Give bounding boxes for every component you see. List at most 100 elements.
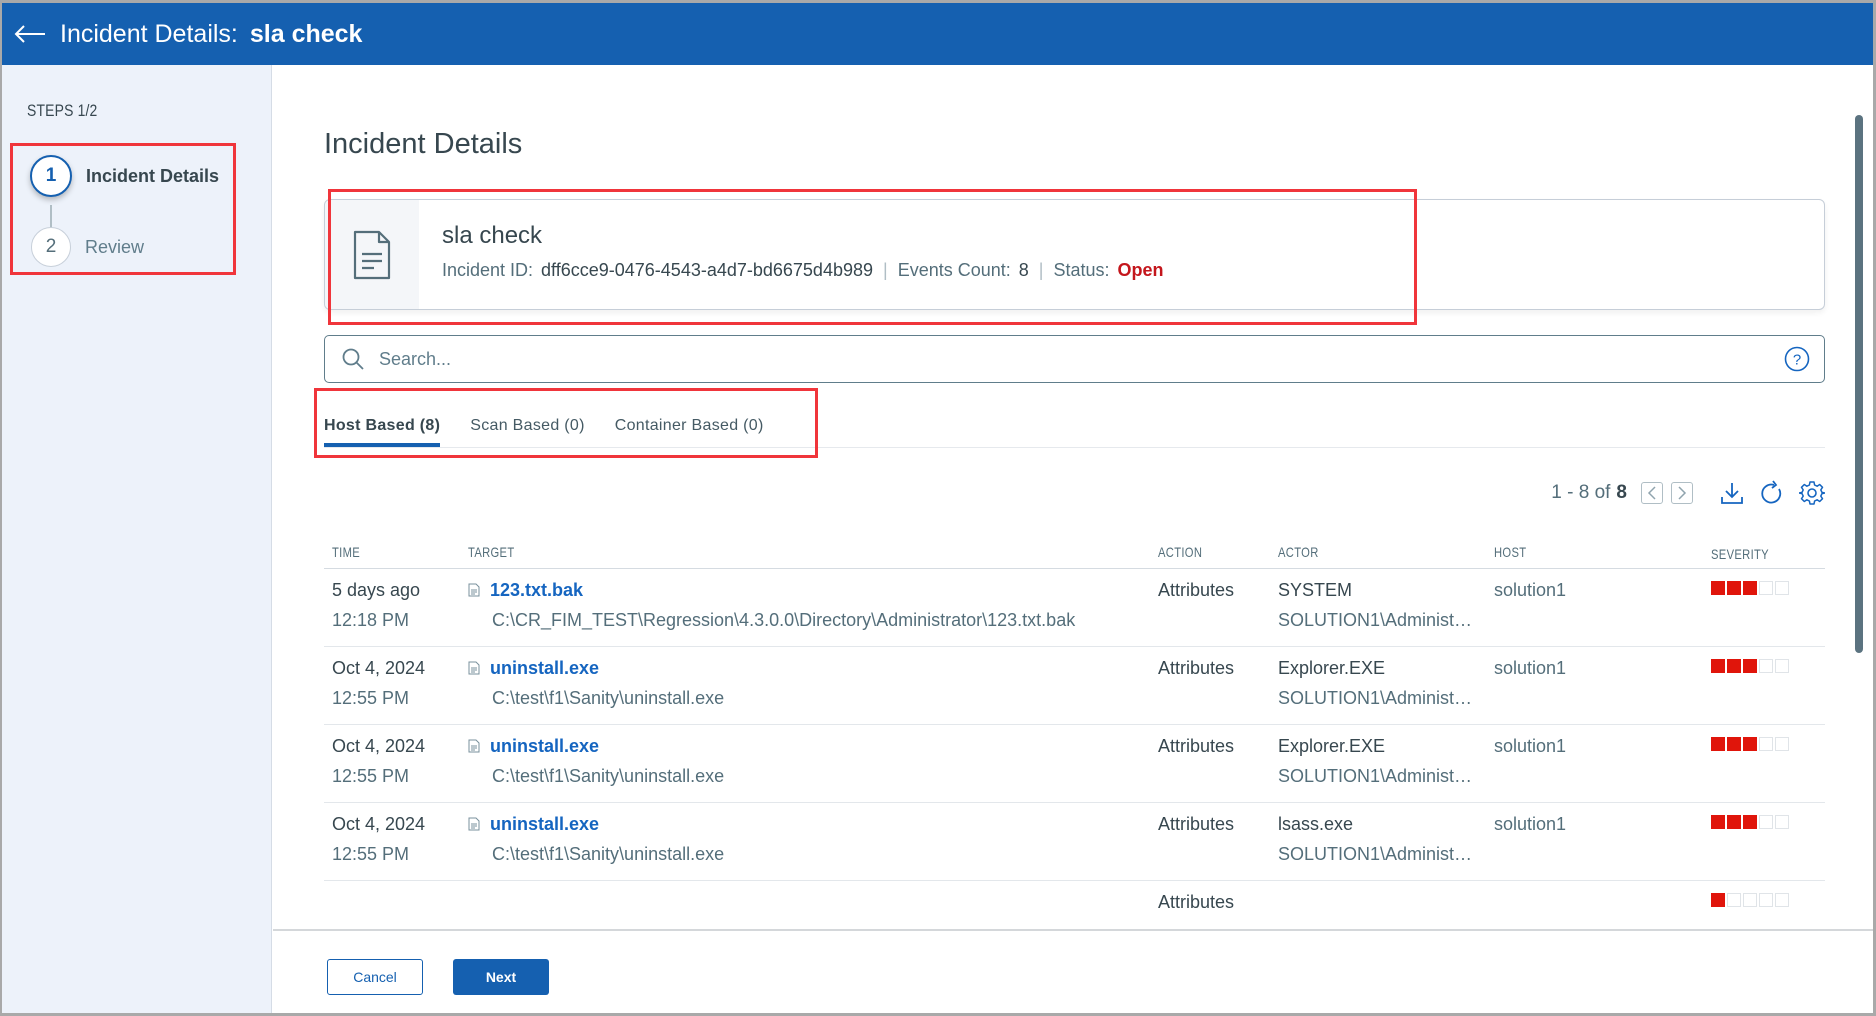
severity-segment: [1775, 815, 1789, 829]
event-date: 5 days ago: [332, 580, 421, 600]
severity-segment: [1711, 893, 1725, 907]
next-page-button[interactable]: [1671, 482, 1693, 504]
severity-meter: [1711, 815, 1825, 829]
events-table: TIME TARGET ACTION ACTOR HOST SEVERITY 5…: [324, 535, 1825, 956]
next-button[interactable]: Next: [453, 959, 549, 995]
document-icon: [353, 230, 391, 279]
main-content: Incident Details sla check Incident ID: …: [273, 65, 1873, 929]
tab-scan-based[interactable]: Scan Based (0): [470, 417, 584, 447]
header-bar: Incident Details: sla check: [2, 3, 1873, 65]
severity-segment: [1711, 581, 1725, 595]
column-header-time[interactable]: TIME: [332, 544, 360, 560]
status-badge: Open: [1117, 260, 1164, 280]
step-number: 2: [31, 227, 71, 267]
actor-user: SOLUTION1\Administrator: [1278, 688, 1474, 708]
event-time: 12:55 PM: [332, 688, 410, 708]
vertical-scrollbar[interactable]: [1855, 115, 1863, 653]
actor-process: Explorer.EXE: [1278, 658, 1386, 678]
target-file-link[interactable]: uninstall.exe: [490, 736, 599, 756]
severity-segment: [1743, 893, 1757, 907]
steps-counter: STEPS 1/2: [27, 101, 98, 120]
prev-page-button[interactable]: [1641, 482, 1663, 504]
severity-segment: [1759, 581, 1773, 595]
severity-segment: [1759, 893, 1773, 907]
target-path: C:\CR_FIM_TEST\Regression\4.3.0.0\Direct…: [492, 610, 1076, 630]
app-window: Incident Details: sla check STEPS 1/2 1 …: [2, 3, 1873, 1013]
status-label: Status:: [1053, 260, 1110, 280]
severity-segment: [1775, 581, 1789, 595]
event-host: solution1: [1494, 658, 1567, 678]
chevron-right-icon: [1678, 486, 1687, 500]
tab-host-based[interactable]: Host Based (8): [324, 417, 441, 447]
incident-summary-card: sla check Incident ID: dff6cce9-0476-454…: [324, 199, 1825, 310]
severity-segment: [1727, 581, 1741, 595]
header-title-name: sla check: [249, 19, 363, 48]
target-file-link[interactable]: 123.txt.bak: [490, 580, 583, 600]
step-review[interactable]: 2 Review: [31, 227, 144, 267]
tab-container-based[interactable]: Container Based (0): [615, 417, 764, 447]
severity-segment: [1743, 737, 1757, 751]
incident-id-label: Incident ID:: [442, 260, 534, 280]
help-icon[interactable]: ?: [1784, 346, 1810, 372]
target-file-link[interactable]: uninstall.exe: [490, 658, 599, 678]
download-icon[interactable]: [1719, 480, 1745, 506]
actor-process: [1278, 889, 1494, 919]
column-header-host[interactable]: HOST: [1494, 544, 1526, 560]
event-action: Attributes: [1158, 658, 1235, 678]
table-row[interactable]: Oct 4, 2024 12:55 PM uninstall.exe C:\test\…: [324, 725, 1825, 803]
event-host: solution1: [1494, 580, 1567, 600]
pagination-range: 1 - 8 of: [1551, 482, 1611, 503]
header-title-prefix: Incident Details:: [60, 19, 238, 48]
svg-text:?: ?: [1793, 352, 1801, 369]
pagination: 1 - 8 of 8: [1551, 480, 1825, 506]
back-button[interactable]: [10, 14, 50, 54]
table-row[interactable]: 5 days ago 12:18 PM 123.txt.bak C:\CR_FIM_T…: [324, 569, 1825, 647]
column-header-actor[interactable]: ACTOR: [1278, 544, 1319, 560]
divider: |: [883, 260, 888, 280]
severity-segment: [1727, 659, 1741, 673]
severity-segment: [1759, 659, 1773, 673]
actor-process: Explorer.EXE: [1278, 736, 1386, 756]
severity-segment: [1711, 659, 1725, 673]
event-date: Oct 4, 2024: [332, 814, 426, 834]
table-row[interactable]: Oct 4, 2024 12:55 PM uninstall.exe C:\test\…: [324, 803, 1825, 881]
column-header-action[interactable]: ACTION: [1158, 544, 1202, 560]
event-date: Oct 4, 2024: [332, 658, 426, 678]
column-header-severity[interactable]: SEVERITY: [1711, 546, 1769, 562]
severity-segment: [1759, 737, 1773, 751]
actor-user: SOLUTION1\Administrator: [1278, 766, 1474, 786]
severity-segment: [1727, 815, 1741, 829]
page-title: Incident Details: [324, 128, 523, 160]
event-action: Attributes: [1158, 892, 1235, 912]
severity-meter: [1711, 581, 1825, 595]
event-action: Attributes: [1158, 736, 1235, 756]
event-time: 12:18 PM: [332, 610, 410, 630]
event-host: solution1: [1494, 736, 1567, 756]
file-icon: [468, 661, 480, 675]
settings-gear-icon[interactable]: [1799, 480, 1825, 506]
event-time: 12:55 PM: [332, 844, 410, 864]
search-input[interactable]: [379, 348, 1784, 370]
severity-segment: [1711, 815, 1725, 829]
footer-actions: Cancel Next: [273, 929, 1873, 1013]
search-bar: ?: [324, 335, 1825, 383]
column-header-target[interactable]: TARGET: [468, 544, 515, 560]
severity-segment: [1759, 815, 1773, 829]
step-number: 1: [30, 155, 72, 197]
chevron-left-icon: [1647, 486, 1656, 500]
severity-segment: [1775, 893, 1789, 907]
event-action: Attributes: [1158, 814, 1235, 834]
severity-segment: [1743, 659, 1757, 673]
table-row[interactable]: Oct 4, 2024 12:55 PM uninstall.exe C:\test\…: [324, 647, 1825, 725]
cancel-button[interactable]: Cancel: [327, 959, 423, 995]
step-label: Incident Details: [86, 165, 220, 186]
target-file-link[interactable]: uninstall.exe: [490, 814, 599, 834]
target-path: C:\test\f1\Sanity\uninstall.exe: [492, 688, 725, 708]
event-host: solution1: [1494, 814, 1567, 834]
file-icon: [468, 739, 480, 753]
step-incident-details[interactable]: 1 Incident Details: [30, 155, 219, 197]
actor-user: SOLUTION1\Administrator: [1278, 610, 1474, 630]
event-time: 12:55 PM: [332, 766, 410, 786]
file-icon: [468, 583, 480, 597]
refresh-icon[interactable]: [1759, 480, 1785, 506]
